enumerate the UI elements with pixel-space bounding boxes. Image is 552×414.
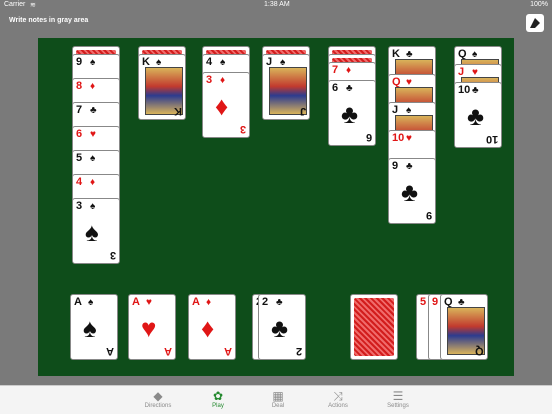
toolbar-label: Deal [271,403,285,409]
toolbar-directions-button[interactable]: ◆ Directions [128,389,188,409]
shuffle-icon: ⤨ [333,389,343,403]
notes-hint[interactable]: Write notes in gray area [9,17,88,24]
card-rank-bottom: J [299,105,306,117]
card-suit-icon: ♣ [472,85,479,96]
toolbar-deal-button[interactable]: ▦ Deal [248,389,308,409]
card-suit-icon: ♦ [206,297,212,308]
card-rank: 5 [76,152,83,164]
card-rank: 3 [206,74,213,86]
card-suit-icon: ♣ [406,161,413,172]
card-rank: 10 [392,132,405,144]
card-rank: 8 [76,80,83,92]
card-suit-icon: ♦ [220,75,226,86]
center-pip-icon: ♦ [215,91,229,121]
card-rank-bottom: 2 [295,345,302,357]
card-suit-icon: ♣ [276,297,283,308]
center-pip-icon: ♣ [467,101,485,131]
playing-card[interactable]: Q ♣ Q [440,294,488,360]
card-rank: 4 [206,56,213,68]
center-pip-icon: ♦ [201,313,215,343]
card-suit-icon: ♠ [90,153,96,164]
center-pip-icon: ♣ [401,177,419,207]
playing-card[interactable]: A ♠ ♠ A [70,294,118,360]
playing-card[interactable]: K ♠ K [138,54,186,120]
toolbar-actions-button[interactable]: ⤨ Actions [308,389,368,409]
carrier-label: Carrier [4,1,26,8]
card-suit-icon: ♦ [346,65,352,76]
toolbar-label: Directions [144,403,172,409]
card-suit-icon: ♠ [88,297,94,308]
card-rank-bottom: 10 [485,133,498,145]
toolbar-label: Actions [328,403,348,409]
card-suit-icon: ♦ [90,177,96,188]
card-rank: 9 [76,56,83,68]
playing-card[interactable]: A ♥ ♥ A [128,294,176,360]
center-pip-icon: ♣ [341,99,359,129]
toolbar-label: Settings [387,403,409,409]
playing-card[interactable]: A ♦ ♦ A [188,294,236,360]
card-rank-bottom: A [164,345,172,357]
card-suit-icon: ♣ [346,83,353,94]
playing-card[interactable]: 2♣♣2 [258,294,306,360]
center-pip-icon: ♣ [271,313,289,343]
card-back[interactable] [350,294,398,360]
toolbar-settings-button[interactable]: ☰ Settings [368,389,428,409]
card-suit-icon: ♠ [90,57,96,68]
card-rank-bottom: Q [475,345,484,357]
card-suit-icon: ♥ [406,133,412,144]
card-rank-bottom: 9 [425,209,432,221]
playing-card[interactable]: 9 ♣ ♣ 9 [388,158,436,224]
game-table[interactable]: 9♠♠98♦♦87♣♣76♥♥65♠♠54♦♦43♠♠3K♠K4♠♠43♦♦3J… [38,38,514,376]
playing-card[interactable]: 3 ♦ ♦ 3 [202,72,250,138]
center-pip-icon: ♠ [83,313,97,343]
card-rank: A [132,296,140,308]
card-rank-bottom: 3 [109,249,116,261]
battery-label: 100% [530,1,548,8]
card-suit-icon: ♥ [90,129,96,140]
bottom-toolbar: ◆ Directions ✿ Play ▦ Deal ⤨ Actions ☰ Settings [0,385,552,414]
card-suit-icon: ♠ [90,201,96,212]
card-rank: 7 [76,104,83,116]
playing-card[interactable]: 3 ♠ ♠ 3 [72,198,120,264]
deal-icon: ▦ [272,389,284,403]
card-suit-icon: ♣ [90,105,97,116]
card-rank: 3 [76,200,83,212]
directions-icon: ◆ [153,389,163,403]
status-bar: Carrier ≋ 1:38 AM 100% [0,0,552,11]
card-rank-bottom: 3 [239,123,246,135]
app-logo-icon[interactable] [526,14,544,32]
card-suit-icon: ♥ [146,297,152,308]
card-rank: 4 [76,176,83,188]
card-rank: 7 [332,64,339,76]
center-pip-icon: ♠ [85,217,99,247]
playing-card[interactable]: 10 ♣ ♣ 10 [454,82,502,148]
settings-icon: ☰ [392,389,404,403]
card-rank: A [74,296,82,308]
playing-card[interactable]: 6 ♣ ♣ 6 [328,80,376,146]
card-rank: 9 [392,160,399,172]
wifi-icon: ≋ [30,2,36,9]
toolbar-label: Play [212,403,224,409]
card-rank: 6 [332,82,339,94]
play-icon: ✿ [212,389,224,403]
card-rank: A [192,296,200,308]
clock: 1:38 AM [264,1,290,8]
playing-card[interactable]: J♠J [262,54,310,120]
card-rank: 9 [432,296,439,308]
card-rank-bottom: A [106,345,114,357]
card-suit-icon: ♦ [90,81,96,92]
card-rank-bottom: K [174,105,182,117]
center-pip-icon: ♥ [141,313,157,343]
card-rank: 5 [420,296,427,308]
card-rank: 2 [262,296,269,308]
card-rank: 6 [76,128,83,140]
card-rank-bottom: 6 [365,131,372,143]
toolbar-play-button[interactable]: ✿ Play [188,389,248,409]
card-suit-icon: ♠ [220,57,226,68]
card-rank: 10 [458,84,471,96]
card-rank-bottom: A [224,345,232,357]
